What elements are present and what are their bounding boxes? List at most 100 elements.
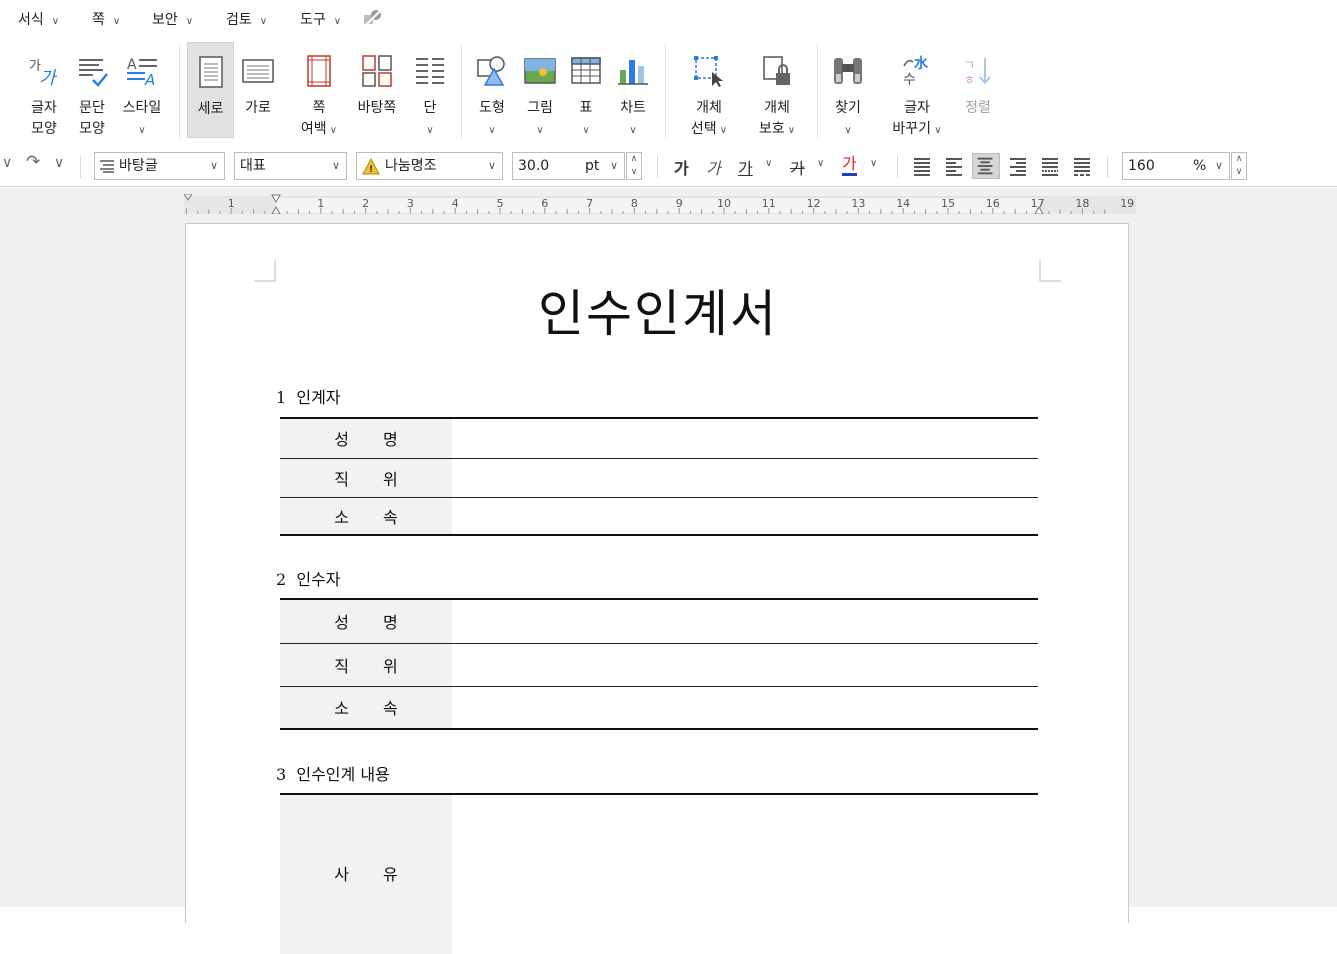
menu-format[interactable]: 서식 ∨ <box>18 9 59 29</box>
document-page[interactable]: 인수인계서 1 인계자 성명 직위 소속 2 인수자 성명 직위 소속 3 인수… <box>185 223 1130 954</box>
replace-chars-button[interactable]: 水 수 글자 바꾸기 ∨ <box>884 42 950 138</box>
menu-tools[interactable]: 도구 ∨ <box>300 9 341 29</box>
label-cell-name[interactable]: 성명 <box>280 418 452 458</box>
menu-review[interactable]: 검토 ∨ <box>226 9 267 29</box>
menu-bar: 서식 ∨ 쪽 ∨ 보안 ∨ 검토 ∨ 도구 ∨ <box>0 0 1337 36</box>
replace-chars-icon: 水 수 <box>903 55 929 88</box>
chart-label-text: 차트 <box>620 100 646 116</box>
find-button[interactable]: 찾기 ∨ <box>826 42 870 138</box>
redo-icon[interactable]: ↷ <box>26 152 40 172</box>
style-select[interactable]: 바탕글 ∨ <box>94 152 225 180</box>
ruler-label: 4 <box>452 197 459 210</box>
stepper-down-icon[interactable]: ∨ <box>627 166 641 179</box>
font-size-stepper[interactable]: ∧ ∨ <box>626 152 642 180</box>
zoom-input[interactable]: 160 % ∨ <box>1122 152 1230 180</box>
document-workspace[interactable]: 1 1 2 3 4 5 6 7 8 9 10 11 12 13 14 15 16 17 18 19 인수인계서 1 인… <box>0 188 1337 954</box>
ruler-label: 3 <box>407 197 414 210</box>
object-select-button[interactable]: 개체 선택 ∨ <box>680 42 738 138</box>
language-select[interactable]: 대표 ∨ <box>234 152 347 180</box>
label-cell-position[interactable]: 직위 <box>280 643 452 686</box>
table-row[interactable]: 직위 <box>280 643 1038 686</box>
section-heading-handover-content[interactable]: 3 인수인계 내용 <box>276 761 390 785</box>
font-select[interactable]: ! 나눔명조 ∨ <box>356 152 503 180</box>
stepper-up-icon[interactable]: ∧ <box>1232 153 1246 166</box>
chevron-down-icon[interactable]: ∨ <box>817 158 824 169</box>
menu-page[interactable]: 쪽 ∨ <box>92 9 120 29</box>
label-cell-reason[interactable]: 사유 <box>280 794 452 954</box>
underline-button[interactable]: 가 <box>738 155 753 179</box>
text-color-button[interactable]: 가 <box>842 155 857 176</box>
shapes-settings-icon[interactable] <box>363 9 383 27</box>
style-button[interactable]: A A 스타일 ∨ <box>118 42 166 138</box>
value-cell-position[interactable] <box>452 458 1038 497</box>
align-right-button[interactable] <box>1004 153 1032 179</box>
style-icon: A A <box>127 57 157 88</box>
value-cell-name[interactable] <box>452 599 1038 643</box>
para-shape-button[interactable]: 문단 모양 <box>70 42 114 138</box>
object-protect-button[interactable]: 개체 보호 ∨ <box>748 42 806 138</box>
label-cell-department[interactable]: 소속 <box>280 686 452 729</box>
align-split-button[interactable] <box>1068 153 1096 179</box>
section-heading-handover-giver[interactable]: 1 인계자 <box>276 384 341 408</box>
strikethrough-button[interactable]: 가 <box>790 155 805 179</box>
align-justify-button[interactable] <box>908 153 936 179</box>
table-row[interactable]: 사유 <box>280 794 1038 954</box>
replace-chars-label: 글자 바꾸기 ∨ <box>884 98 950 141</box>
handover-giver-table[interactable]: 성명 직위 소속 <box>280 417 1038 536</box>
bold-button[interactable]: 가 <box>674 155 689 179</box>
landscape-button[interactable]: 가로 <box>236 42 280 138</box>
table-row[interactable]: 성명 <box>280 599 1038 643</box>
section-heading-handover-receiver[interactable]: 2 인수자 <box>276 566 341 590</box>
ruler-label: 7 <box>586 197 593 210</box>
ruler-label: 12 <box>807 197 821 210</box>
label-cell-department[interactable]: 소속 <box>280 497 452 535</box>
table-row[interactable]: 성명 <box>280 418 1038 458</box>
label-cell-position[interactable]: 직위 <box>280 458 452 497</box>
value-cell-department[interactable] <box>452 686 1038 729</box>
value-cell-name[interactable] <box>452 418 1038 458</box>
stepper-down-icon[interactable]: ∨ <box>1232 166 1246 179</box>
page-margin-button[interactable]: 쪽 여백 ∨ <box>294 42 344 138</box>
handover-receiver-table[interactable]: 성명 직위 소속 <box>280 598 1038 730</box>
picture-button[interactable]: 그림 ∨ <box>518 42 562 138</box>
undo-dropdown-icon[interactable]: ∨ <box>2 155 12 171</box>
chevron-down-icon: ∨ <box>784 125 796 136</box>
label-cell-name[interactable]: 성명 <box>280 599 452 643</box>
page-background-button[interactable]: 바탕쪽 <box>353 42 401 138</box>
menu-security[interactable]: 보안 ∨ <box>152 9 193 29</box>
svg-text:!: ! <box>369 165 373 175</box>
align-center-button[interactable] <box>972 153 1000 179</box>
horizontal-ruler[interactable]: 1 1 2 3 4 5 6 7 8 9 10 11 12 13 14 15 16 17 18 19 <box>184 194 1136 214</box>
chevron-down-icon[interactable]: ∨ <box>765 158 772 169</box>
redo-dropdown-icon[interactable]: ∨ <box>54 155 64 171</box>
chart-button[interactable]: 차트 ∨ <box>611 42 655 138</box>
value-cell-reason[interactable] <box>452 794 1038 954</box>
align-distribute-button[interactable] <box>1036 153 1064 179</box>
columns-button[interactable]: 단 ∨ <box>408 42 452 138</box>
handover-content-table[interactable]: 사유 <box>280 793 1038 954</box>
value-cell-department[interactable] <box>452 497 1038 535</box>
sort-button[interactable]: ㄱ ㅎ 정렬 <box>956 42 1000 138</box>
svg-text:A: A <box>127 57 137 73</box>
italic-button[interactable]: 가 <box>706 155 721 179</box>
chevron-down-icon[interactable]: ∨ <box>870 158 877 169</box>
shape-button[interactable]: 도형 ∨ <box>470 42 514 138</box>
zoom-stepper[interactable]: ∧ ∨ <box>1231 152 1247 180</box>
char-shape-button[interactable]: 가 가 글자 모양 <box>22 42 66 138</box>
value-cell-position[interactable] <box>452 643 1038 686</box>
formatting-toolbar: ∨ ↷ ∨ 바탕글 ∨ 대표 ∨ ! 나눔명조 ∨ 30.0 pt ∨ ∧ ∨ 가… <box>0 145 1337 187</box>
stepper-up-icon[interactable]: ∧ <box>627 153 641 166</box>
style-label-text: 스타일 <box>122 100 162 116</box>
table-button[interactable]: 표 ∨ <box>564 42 608 138</box>
chevron-down-icon: ∨ <box>609 159 618 172</box>
align-left-button[interactable] <box>940 153 968 179</box>
font-size-input[interactable]: 30.0 pt ∨ <box>512 152 625 180</box>
table-row[interactable]: 직위 <box>280 458 1038 497</box>
portrait-label: 세로 <box>197 101 224 117</box>
document-title[interactable]: 인수인계서 <box>186 274 1130 346</box>
portrait-button[interactable]: 세로 <box>187 42 234 138</box>
table-row[interactable]: 소속 <box>280 497 1038 535</box>
svg-text:ㄱ: ㄱ <box>964 58 975 72</box>
table-row[interactable]: 소속 <box>280 686 1038 729</box>
ruler-label: 11 <box>762 197 776 210</box>
